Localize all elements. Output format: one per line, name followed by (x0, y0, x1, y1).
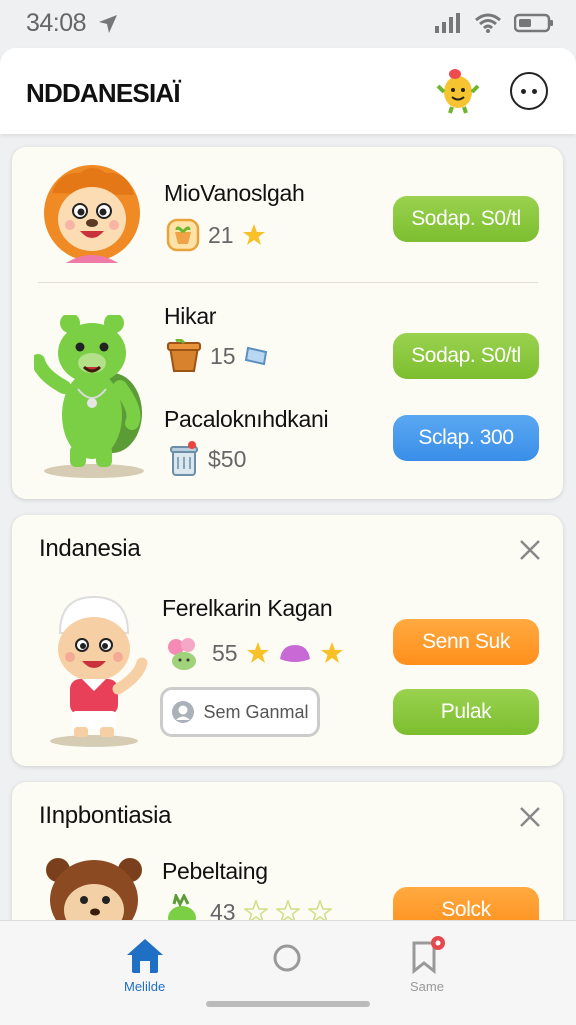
lion-avatar (44, 165, 140, 263)
stat-count: 21 (208, 221, 234, 248)
action-button[interactable]: Sodap. S0/tl (393, 333, 539, 379)
character-name: Hikar (164, 303, 217, 329)
character-stat: $50 (168, 441, 246, 477)
character-name: Ferelkarin Kagan (162, 595, 333, 621)
card-title: IInpbontiasia (39, 802, 172, 829)
action-button[interactable]: Sodap. S0/tl (393, 196, 539, 242)
app-header: NDDANESIAÏ (0, 48, 576, 134)
battery-icon (514, 13, 553, 33)
outline-button-label: Sem Ganmal (203, 701, 309, 722)
app-title: NDDANESIAÏ (26, 78, 181, 108)
divider (38, 282, 538, 283)
card-title: Indanesia (39, 535, 141, 562)
close-icon[interactable] (519, 539, 541, 561)
character-card-1: MioVanoslgah 21 Sodap. S0/tl Hikar 15 So… (12, 147, 563, 499)
plant-badge-icon (166, 218, 200, 252)
action-button[interactable]: Sclap. 300 (393, 415, 539, 461)
mascot-icon[interactable] (436, 64, 480, 114)
primary-action-button[interactable]: Senn Suk (393, 619, 539, 665)
bottom-tab-bar: Melilde Same (0, 920, 576, 1025)
boy-avatar (50, 595, 148, 747)
blob-icon (279, 645, 310, 662)
tab-same[interactable]: Same (406, 935, 448, 994)
circle-icon (273, 944, 301, 972)
bear-avatar (34, 315, 144, 478)
status-time: 34:08 (26, 9, 87, 37)
close-icon[interactable] (519, 806, 541, 828)
home-indicator (206, 1001, 370, 1007)
secondary-action-button[interactable]: Pulak (393, 689, 539, 735)
character-stat: 15 (166, 339, 270, 373)
character-name: Pacaloknıhdkani (164, 406, 329, 432)
character-stat: 21 (166, 218, 266, 252)
more-options-button[interactable] (510, 72, 548, 110)
signal-icon (435, 13, 460, 33)
stat-count: 15 (210, 342, 236, 369)
tab-label: Same (410, 979, 444, 994)
secondary-outline-button[interactable]: Sem Ganmal (160, 687, 320, 737)
tab-label: Melilde (124, 979, 166, 994)
character-name: Pebeltaing (162, 858, 268, 884)
user-icon (172, 701, 195, 723)
character-name: MioVanoslgah (164, 180, 305, 206)
trash-can-icon (170, 441, 198, 476)
stat-count: 55 (212, 639, 238, 666)
star-icon (246, 642, 269, 663)
home-icon (126, 939, 163, 973)
ticket-icon (244, 346, 267, 366)
flower-icon (168, 638, 196, 670)
wifi-icon (475, 13, 501, 33)
tab-circle[interactable] (272, 943, 302, 973)
status-bar: 34:08 (0, 0, 576, 48)
character-stat: 55 (162, 633, 344, 673)
character-card-2: Indanesia Ferelkarin Kagan 55 Sem Ganmal… (12, 515, 563, 766)
location-arrow-icon (99, 15, 117, 33)
flower-pot-icon (167, 339, 201, 372)
bookmark-notification-icon (412, 936, 445, 975)
stat-price: $50 (208, 445, 247, 472)
star-icon (320, 642, 343, 663)
tab-home[interactable]: Melilde (124, 937, 165, 994)
star-icon (242, 224, 265, 245)
